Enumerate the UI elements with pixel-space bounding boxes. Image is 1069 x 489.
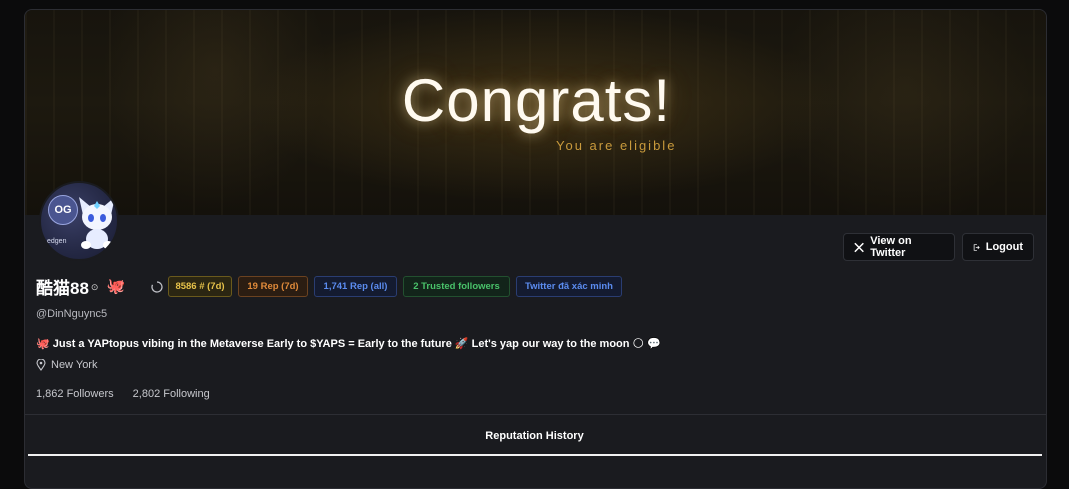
user-handle: @DinNguync5 [36, 308, 108, 320]
badge-rank-7d: 8586 # (7d) [168, 276, 232, 297]
following-count[interactable]: 2,802 Following [133, 388, 210, 400]
profile-banner: Congrats! You are eligible [25, 10, 1046, 215]
name-row: 酷猫88 ⊙ 🐙 [36, 275, 126, 298]
active-tab-indicator [28, 454, 1042, 456]
logout-label: Logout [985, 241, 1023, 253]
tab-reputation-history[interactable]: Reputation History [25, 430, 1044, 442]
follow-counts: 1,862 Followers 2,802 Following [36, 388, 210, 400]
logout-icon [973, 243, 980, 251]
verified-icon: ⊙ [90, 281, 99, 292]
followers-count[interactable]: 1,862 Followers [36, 388, 114, 400]
mascot-icon [79, 197, 115, 249]
avatar: OG edgen [39, 181, 119, 261]
location-pin-icon [36, 359, 46, 371]
location-label: New York [51, 359, 98, 371]
location: New York [36, 359, 97, 371]
profile-card: Congrats! You are eligible OG edgen View… [24, 9, 1047, 489]
view-on-twitter-label: View on Twitter [870, 235, 912, 259]
badge-trusted-followers: 2 Trusted followers [403, 276, 510, 297]
avatar-caption: edgen [47, 238, 67, 245]
view-on-twitter-button[interactable]: View on Twitter [843, 233, 955, 261]
loading-spinner-icon [151, 281, 163, 293]
section-divider [25, 414, 1046, 415]
banner-subtitle: You are eligible [556, 138, 677, 153]
badge-rep-7d: 19 Rep (7d) [238, 276, 308, 297]
badge-rep-all: 1,741 Rep (all) [314, 276, 397, 297]
user-bio: 🐙 Just a YAPtopus vibing in the Metavers… [36, 338, 661, 350]
banner-title: Congrats! [401, 67, 672, 134]
og-badge: OG [48, 195, 78, 225]
display-name: 酷猫88 [36, 278, 89, 298]
badge-twitter-verified: Twitter đã xác minh [516, 276, 622, 297]
octopus-emoji: 🐙 [106, 278, 126, 295]
logout-button[interactable]: Logout [962, 233, 1034, 261]
x-logo-icon [854, 242, 864, 252]
